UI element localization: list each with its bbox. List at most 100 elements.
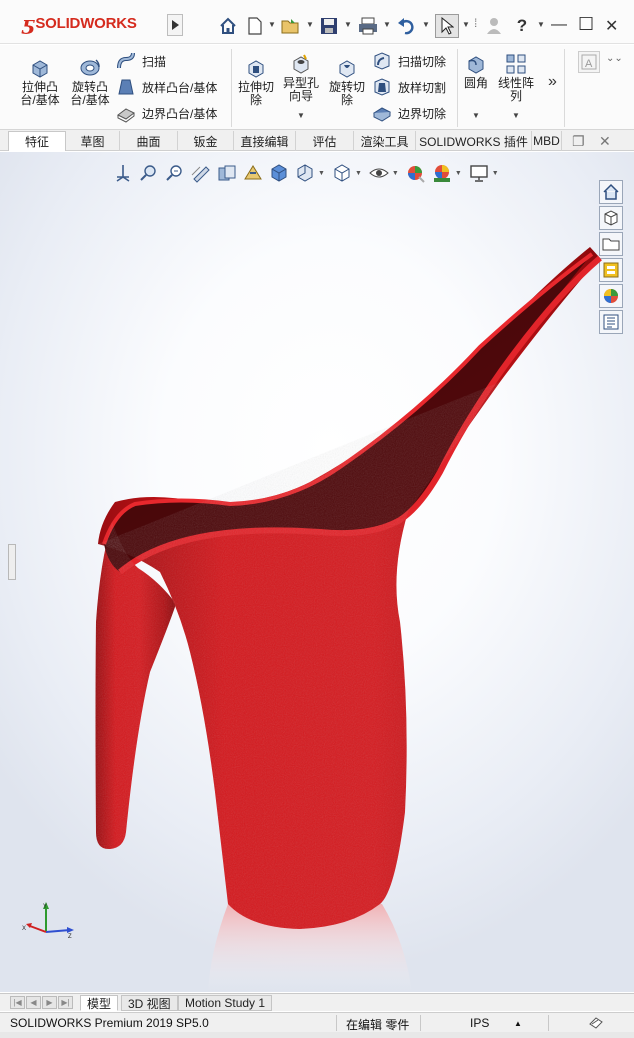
sweep-icon: [117, 52, 135, 69]
select-icon[interactable]: [435, 14, 459, 38]
ribbon-overflow-icon[interactable]: »: [548, 73, 557, 91]
tab-label: 渲染工具: [360, 134, 409, 149]
tab-mbd[interactable]: MBD: [532, 131, 562, 151]
tab-solidworks-addins[interactable]: SOLIDWORKS 插件: [416, 131, 532, 151]
boundary-cut-label: 边界切除: [398, 106, 447, 121]
hole-wizard-button[interactable]: 异型孔 向导: [280, 53, 322, 103]
tab-label: 3D 视图: [128, 996, 171, 1011]
tab-features[interactable]: 特征: [8, 131, 66, 151]
boundary-boss-label: 边界凸台/基体: [142, 106, 218, 121]
sweep-cut-label: 扫描切除: [398, 54, 447, 69]
tab-surfaces[interactable]: 曲面: [120, 131, 178, 151]
edit-mode-status: 在编辑 零件: [346, 1018, 410, 1032]
tab-label: 特征: [24, 135, 49, 149]
open-icon[interactable]: [280, 14, 302, 38]
loft-cut-button[interactable]: 放样切割: [372, 77, 446, 97]
last-tab-icon[interactable]: ▶|: [58, 996, 73, 1009]
save-icon[interactable]: [318, 14, 340, 38]
ds-logo-mark: ƽ: [22, 11, 33, 35]
hole-wizard-dropdown-icon[interactable]: ▼: [297, 111, 305, 120]
new-document-icon[interactable]: [245, 14, 265, 38]
unit-system-dropdown-icon[interactable]: ▲: [514, 1019, 522, 1028]
tab-evaluate[interactable]: 评估: [296, 131, 354, 151]
expand-menu-arrow-icon[interactable]: [167, 14, 183, 36]
status-divider: [420, 1015, 421, 1031]
minimize-icon[interactable]: —: [551, 16, 567, 34]
help-dropdown-icon[interactable]: ▼: [537, 20, 545, 29]
tab-render-tools[interactable]: 渲染工具: [354, 131, 416, 151]
new-dropdown-icon[interactable]: ▼: [268, 20, 276, 29]
tab-motion-study-1[interactable]: Motion Study 1: [178, 995, 273, 1011]
ribbon-divider: [231, 49, 232, 127]
status-tooltip-icon[interactable]: [588, 1016, 604, 1030]
ribbon-options-chevron-icon[interactable]: ⌄⌄: [606, 53, 623, 64]
linear-pattern-button[interactable]: 线性阵 列: [496, 53, 536, 103]
status-bar: SOLIDWORKS Premium 2019 SP5.0 在编辑 零件 IPS…: [0, 1012, 634, 1032]
tab-label: SOLIDWORKS 插件: [419, 134, 528, 149]
close-icon[interactable]: ✕: [605, 16, 618, 36]
window-frame-bottom: [0, 1032, 634, 1038]
tab-label: 直接编辑: [240, 134, 289, 149]
home-icon[interactable]: [217, 14, 239, 38]
unit-system[interactable]: IPS: [470, 1016, 489, 1030]
boundary-boss-button[interactable]: 边界凸台/基体: [116, 103, 217, 123]
extrude-cut-icon: [248, 60, 264, 78]
command-manager-tabs: 特征 草图 曲面 钣金 直接编辑 评估 渲染工具 SOLIDWORKS 插件 M…: [0, 129, 634, 151]
sweep-cut-button[interactable]: 扫描切除: [372, 51, 446, 71]
maximize-icon[interactable]: ☐: [578, 14, 594, 35]
save-dropdown-icon[interactable]: ▼: [344, 20, 352, 29]
tab-label: Motion Study 1: [185, 996, 266, 1010]
tab-sheet-metal[interactable]: 钣金: [178, 131, 234, 151]
tab-scroll-arrows: |◀ ◀ ▶ ▶|: [10, 996, 74, 1009]
title-bar: ƽ SOLIDWORKS ▼ ▼ ▼ ▼ ▼ ▼ ⁞ ? ▼ — ☐ ✕: [0, 0, 634, 44]
loft-boss-icon: [118, 79, 134, 95]
search-commands-icon[interactable]: A: [578, 51, 600, 73]
fillet-dropdown-icon[interactable]: ▼: [472, 111, 480, 120]
revolve-cut-button[interactable]: 旋转切 除: [326, 57, 368, 107]
tab-direct-editing[interactable]: 直接编辑: [234, 131, 296, 151]
fillet-button[interactable]: 圆角: [460, 53, 492, 90]
tab-3d-view[interactable]: 3D 视图: [121, 995, 178, 1011]
close-document-icon[interactable]: ✕: [599, 133, 611, 150]
status-divider: [336, 1015, 337, 1031]
undo-icon[interactable]: [396, 14, 418, 38]
status-divider: [548, 1015, 549, 1031]
undo-dropdown-icon[interactable]: ▼: [422, 20, 430, 29]
tab-label: 曲面: [136, 134, 161, 149]
fillet-icon: [468, 56, 484, 74]
reference-triad: Y X Z: [22, 902, 74, 940]
loft-boss-button[interactable]: 放样凸台/基体: [116, 77, 217, 97]
tab-model[interactable]: 模型: [80, 995, 119, 1011]
svg-text:A: A: [585, 58, 593, 70]
linear-pattern-label: 线性阵 列: [497, 76, 534, 103]
next-tab-icon[interactable]: ▶: [42, 996, 57, 1009]
restore-document-icon[interactable]: ❐: [572, 133, 585, 150]
help-icon[interactable]: ?: [512, 14, 532, 38]
sweep-label: 扫描: [142, 54, 167, 69]
boundary-cut-button[interactable]: 边界切除: [372, 103, 446, 123]
solidworks-logo[interactable]: ƽ SOLIDWORKS: [22, 10, 137, 36]
print-icon[interactable]: [357, 14, 379, 38]
first-tab-icon[interactable]: |◀: [10, 996, 25, 1009]
watering-can-model[interactable]: [0, 152, 634, 992]
tab-sketch[interactable]: 草图: [66, 131, 120, 151]
sweep-button[interactable]: 扫描: [116, 51, 166, 71]
ribbon-divider: [564, 49, 565, 127]
revolve-boss-button[interactable]: 旋转凸 台/基体: [68, 57, 112, 107]
revolve-boss-icon: [80, 59, 100, 76]
product-version: SOLIDWORKS Premium 2019 SP5.0: [10, 1016, 209, 1030]
graphics-area[interactable]: ▼ ▼ ▼ ▼ ▼ Y X Z: [0, 152, 634, 992]
extrude-boss-button[interactable]: 拉伸凸 台/基体: [18, 57, 62, 107]
linear-pattern-dropdown-icon[interactable]: ▼: [512, 111, 520, 120]
previous-tab-icon[interactable]: ◀: [26, 996, 41, 1009]
revolve-cut-label: 旋转切 除: [328, 80, 365, 107]
tab-label: 草图: [80, 134, 105, 149]
svg-text:X: X: [22, 926, 26, 932]
user-icon[interactable]: [484, 14, 504, 38]
tab-label: MBD: [533, 134, 560, 148]
select-dropdown-icon[interactable]: ▼: [462, 20, 470, 29]
print-dropdown-icon[interactable]: ▼: [383, 20, 391, 29]
extrude-cut-button[interactable]: 拉伸切 除: [234, 57, 278, 107]
loft-cut-label: 放样切割: [398, 80, 447, 95]
open-dropdown-icon[interactable]: ▼: [306, 20, 314, 29]
